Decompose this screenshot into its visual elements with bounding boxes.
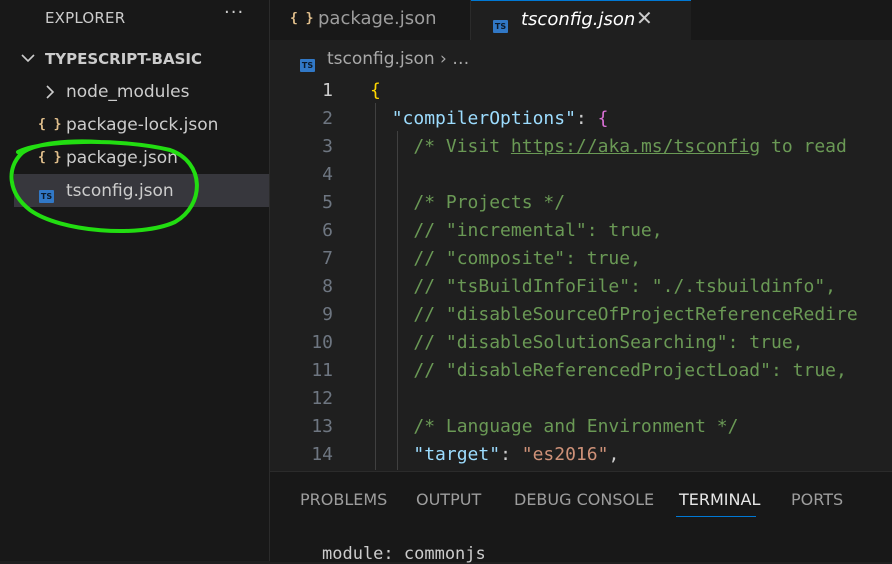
code-line[interactable]: {: [370, 77, 381, 105]
terminal-output-line: module: commonjs: [322, 544, 486, 564]
code-token: /* Language and Environment */: [413, 416, 739, 437]
panel-tab-debug-console[interactable]: DEBUG CONSOLE: [514, 490, 654, 509]
more-actions-icon[interactable]: ···: [224, 2, 244, 23]
line-number: 5: [322, 192, 333, 213]
code-token: {: [597, 108, 609, 129]
code-line[interactable]: // "tsBuildInfoFile": "./.tsbuildinfo",: [370, 273, 836, 301]
tree-item-label: package-lock.json: [66, 115, 219, 135]
code-line[interactable]: // "disableSolutionSearching": true,: [370, 329, 804, 357]
code-line[interactable]: // "disableSourceOfProjectReferenceRedir…: [370, 301, 858, 329]
code-editor[interactable]: 1 2 3 4 5 6 7 8 9 10 11 12 13 14 { "compilerOptions":…: [270, 75, 892, 470]
tree-item-label: tsconfig.json: [66, 181, 174, 201]
typescript-file-icon: TS: [493, 20, 508, 33]
panel-tab-problems[interactable]: PROBLEMS: [300, 490, 387, 509]
code-token: // "disableSolutionSearching": true,: [413, 332, 804, 353]
typescript-file-icon: TS: [39, 190, 54, 203]
line-number: 2: [322, 108, 333, 129]
code-line[interactable]: /* Visit https://aka.ms/tsconfig to read: [370, 133, 847, 161]
code-token: // "incremental": true,: [413, 220, 663, 241]
breadcrumb-separator[interactable]: › …: [440, 49, 469, 69]
explorer-sidebar: EXPLORER ··· TYPESCRIPT-BASIC node_modul…: [0, 0, 270, 561]
chevron-right-icon: [46, 85, 55, 99]
tree-item-node-modules[interactable]: node_modules: [14, 75, 269, 108]
tree-item-package-json[interactable]: { } package.json: [14, 141, 269, 174]
code-token: ,: [608, 444, 620, 465]
code-token: // "tsBuildInfoFile": "./.tsbuildinfo",: [413, 276, 836, 297]
line-number: 11: [311, 360, 333, 381]
panel-tab-output[interactable]: OUTPUT: [416, 490, 481, 509]
line-number: 7: [322, 248, 333, 269]
line-number: 3: [322, 136, 333, 157]
code-token: {: [370, 80, 381, 101]
explorer-title: EXPLORER: [45, 9, 126, 27]
tab-tsconfig-json[interactable]: TS tsconfig.json ✕: [471, 0, 691, 41]
line-number: 13: [311, 416, 333, 437]
explorer-header: EXPLORER ···: [0, 0, 269, 35]
code-line[interactable]: // "disableReferencedProjectLoad": true,: [370, 357, 847, 385]
line-number: 8: [322, 276, 333, 297]
json-file-icon: { }: [38, 150, 62, 165]
folder-header-typescript-basic[interactable]: TYPESCRIPT-BASIC: [0, 44, 269, 74]
code-token: /* Visit: [413, 136, 511, 157]
tree-item-label: node_modules: [66, 82, 190, 102]
tab-package-json[interactable]: { } package.json: [270, 0, 471, 40]
line-number: 6: [322, 220, 333, 241]
json-file-icon: { }: [290, 11, 314, 26]
code-token: to read: [760, 136, 847, 157]
code-token: // "disableReferencedProjectLoad": true,: [413, 360, 847, 381]
typescript-file-icon: TS: [300, 59, 315, 72]
breadcrumb: TS tsconfig.json › …: [270, 47, 892, 73]
code-line[interactable]: "target": "es2016",: [370, 441, 619, 469]
breadcrumb-file[interactable]: tsconfig.json: [327, 49, 435, 69]
line-number: 14: [311, 444, 333, 465]
editor-tab-bar: { } package.json TS tsconfig.json ✕: [270, 0, 892, 41]
panel-tab-ports[interactable]: PORTS: [791, 490, 843, 509]
code-token: :: [500, 444, 522, 465]
code-token: "compilerOptions": [391, 108, 576, 129]
line-number: 9: [322, 304, 333, 325]
code-token: "es2016": [521, 444, 609, 465]
line-number: 1: [322, 80, 333, 101]
tab-label: tsconfig.json: [521, 9, 636, 30]
bottom-panel: PROBLEMS OUTPUT DEBUG CONSOLE TERMINAL P…: [270, 471, 892, 564]
chevron-down-icon: [21, 54, 35, 63]
panel-tab-terminal[interactable]: TERMINAL: [679, 490, 760, 509]
code-line[interactable]: // "composite": true,: [370, 245, 641, 273]
folder-name: TYPESCRIPT-BASIC: [45, 50, 202, 68]
tab-label: package.json: [318, 8, 437, 29]
line-number: 4: [322, 164, 333, 185]
close-icon[interactable]: ✕: [636, 6, 653, 30]
code-token: :: [575, 108, 598, 129]
active-tab-indicator: [676, 516, 756, 517]
json-file-icon: { }: [38, 117, 62, 132]
tree-item-label: package.json: [66, 148, 178, 168]
line-number: 12: [311, 388, 333, 409]
line-number: 10: [311, 332, 333, 353]
code-token: "target": [413, 444, 501, 465]
code-token: /* Projects */: [413, 192, 566, 213]
code-line[interactable]: // "incremental": true,: [370, 217, 663, 245]
code-line[interactable]: /* Projects */: [370, 189, 565, 217]
code-link[interactable]: https://aka.ms/tsconfig: [511, 136, 760, 157]
code-line[interactable]: "compilerOptions": {: [370, 105, 609, 133]
code-line[interactable]: /* Language and Environment */: [370, 413, 738, 441]
tree-item-package-lock-json[interactable]: { } package-lock.json: [14, 108, 269, 141]
code-token: // "composite": true,: [413, 248, 641, 269]
code-token: // "disableSourceOfProjectReferenceRedir…: [413, 304, 858, 325]
tree-item-tsconfig-json[interactable]: TS tsconfig.json: [14, 174, 269, 207]
